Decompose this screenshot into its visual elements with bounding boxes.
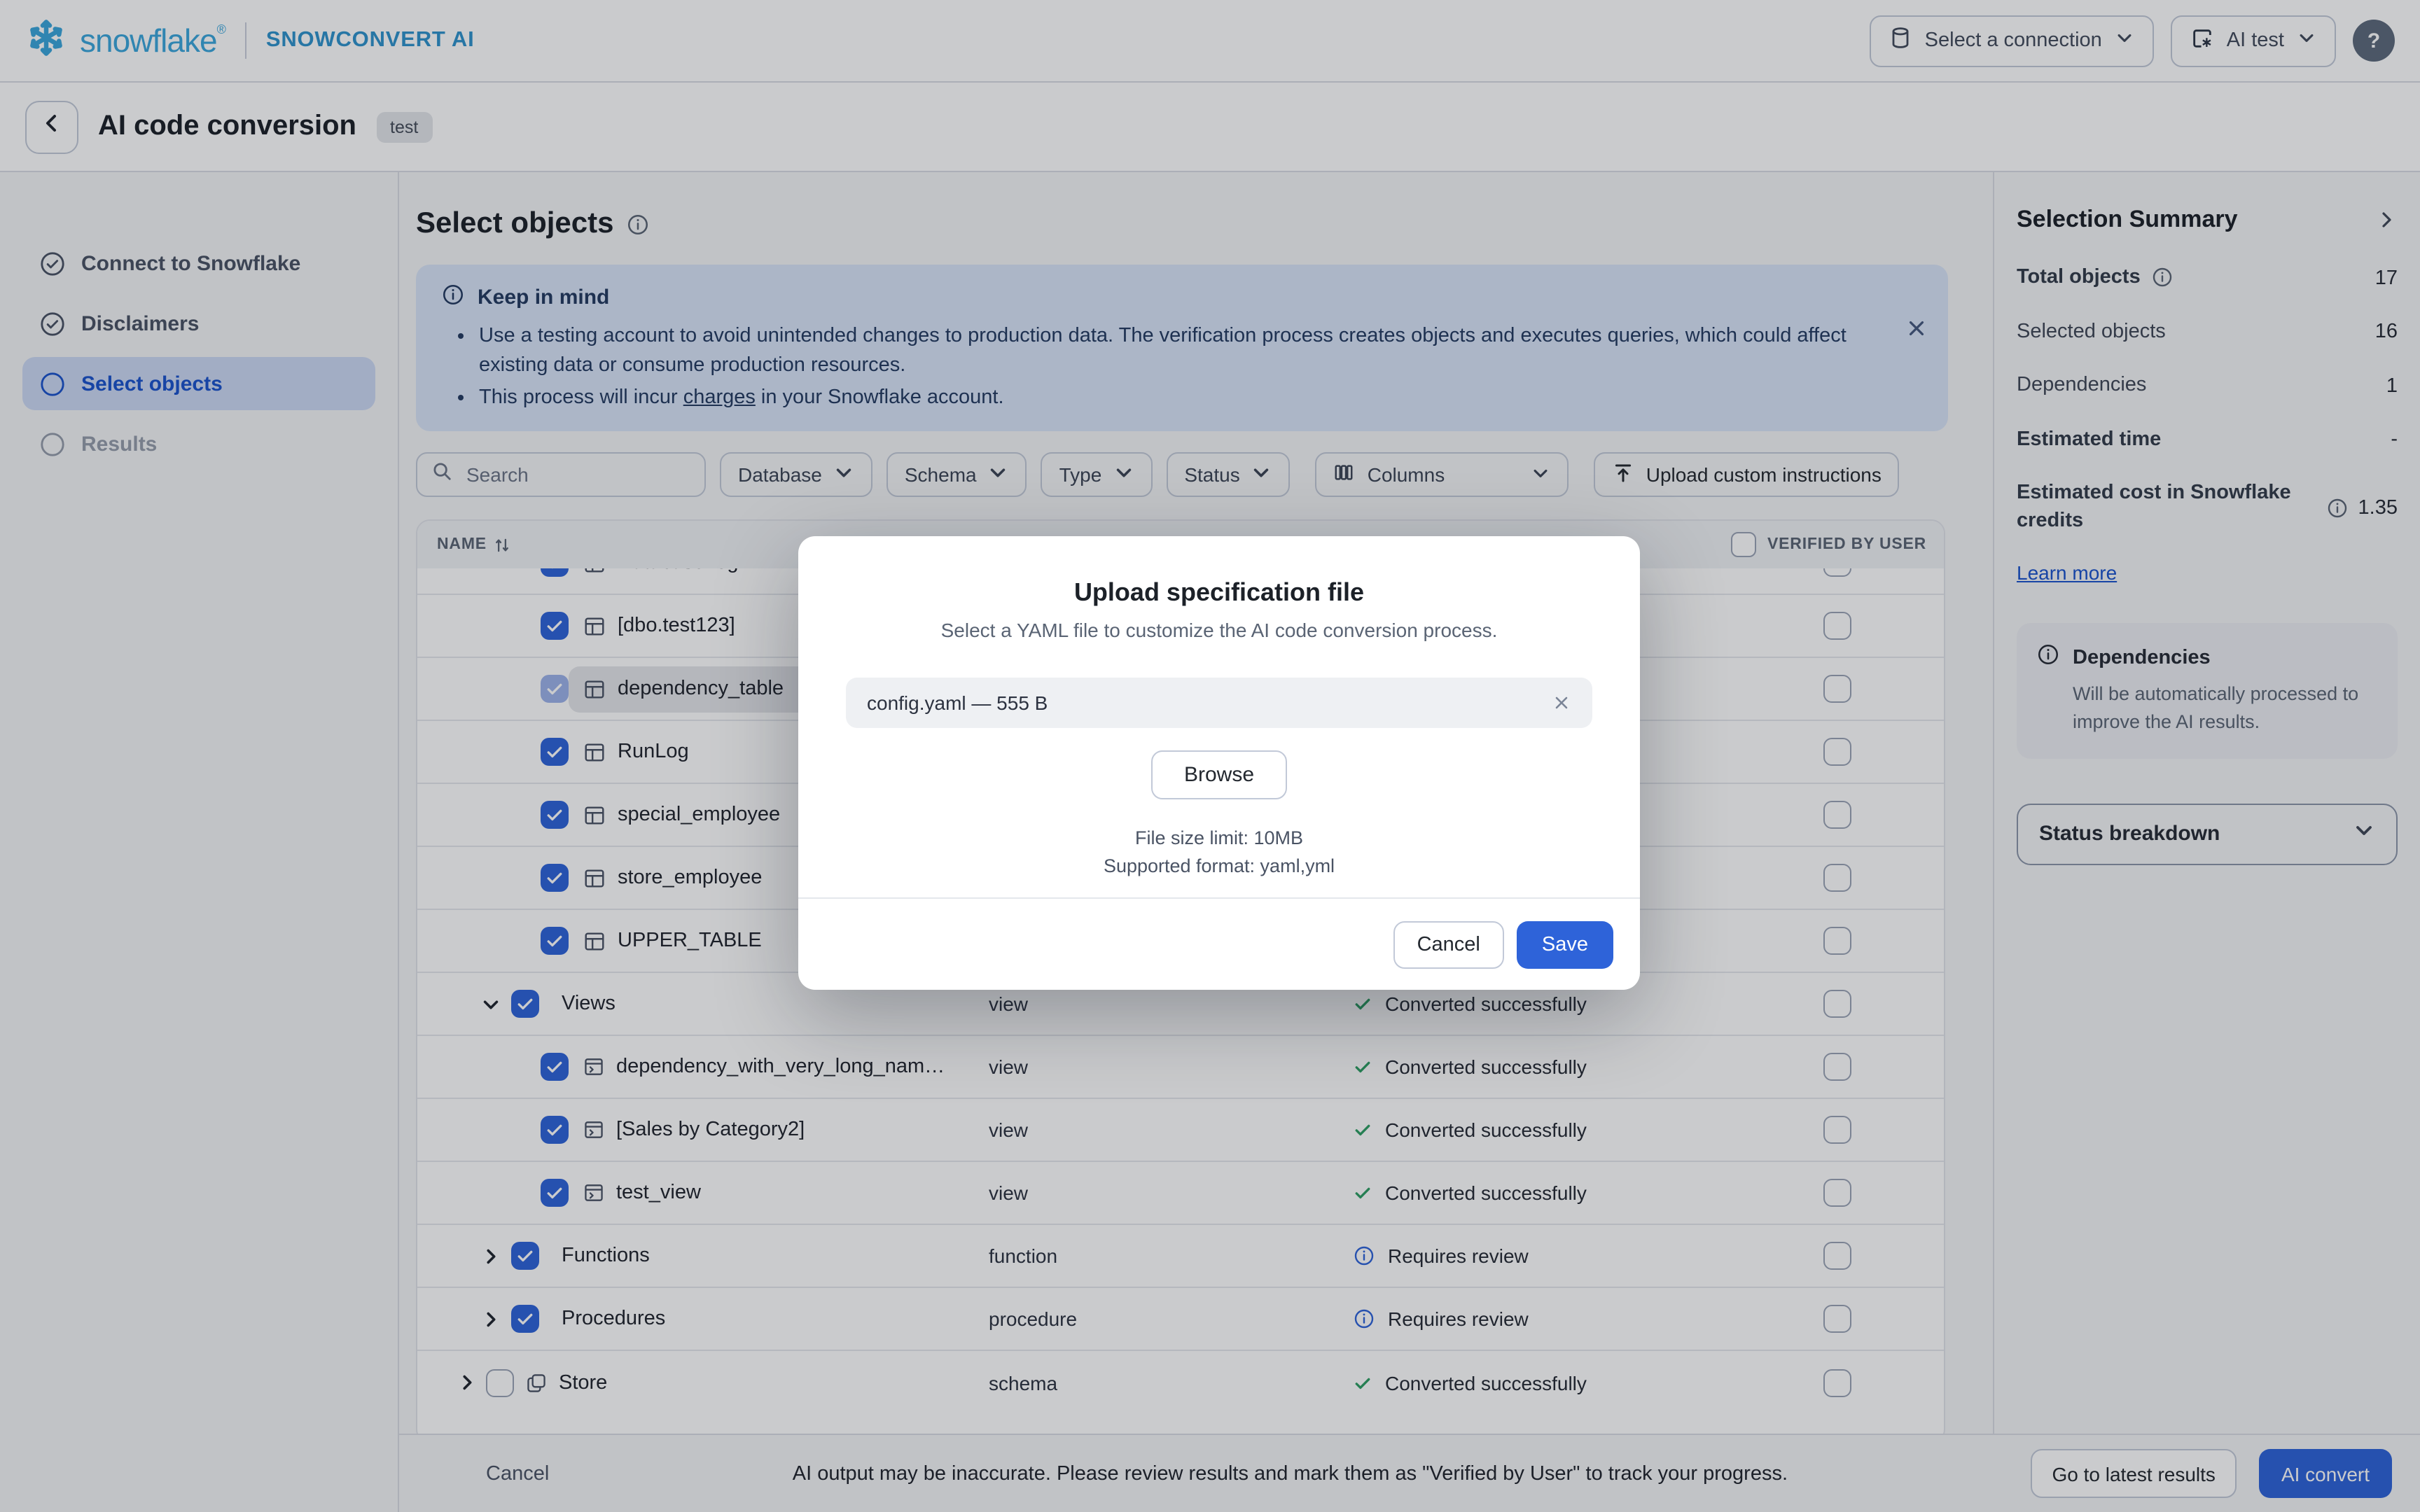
- modal-save-button[interactable]: Save: [1517, 920, 1613, 968]
- upload-specification-modal: Upload specification file Select a YAML …: [798, 536, 1640, 990]
- file-chip-label: config.yaml — 555 B: [867, 692, 1048, 714]
- modal-subtitle: Select a YAML file to customize the AI c…: [798, 619, 1640, 641]
- modal-cancel-button[interactable]: Cancel: [1393, 920, 1504, 968]
- supported-format-text: Supported format: yaml,yml: [798, 855, 1640, 876]
- file-size-limit-text: File size limit: 10MB: [798, 827, 1640, 848]
- modal-title: Upload specification file: [798, 578, 1640, 608]
- browse-button[interactable]: Browse: [1152, 750, 1286, 799]
- uploaded-file-chip: config.yaml — 555 B: [846, 678, 1592, 728]
- app: snowflake® SNOWCONVERT AI Select a conne…: [0, 0, 2420, 1512]
- remove-file-icon[interactable]: [1552, 693, 1571, 713]
